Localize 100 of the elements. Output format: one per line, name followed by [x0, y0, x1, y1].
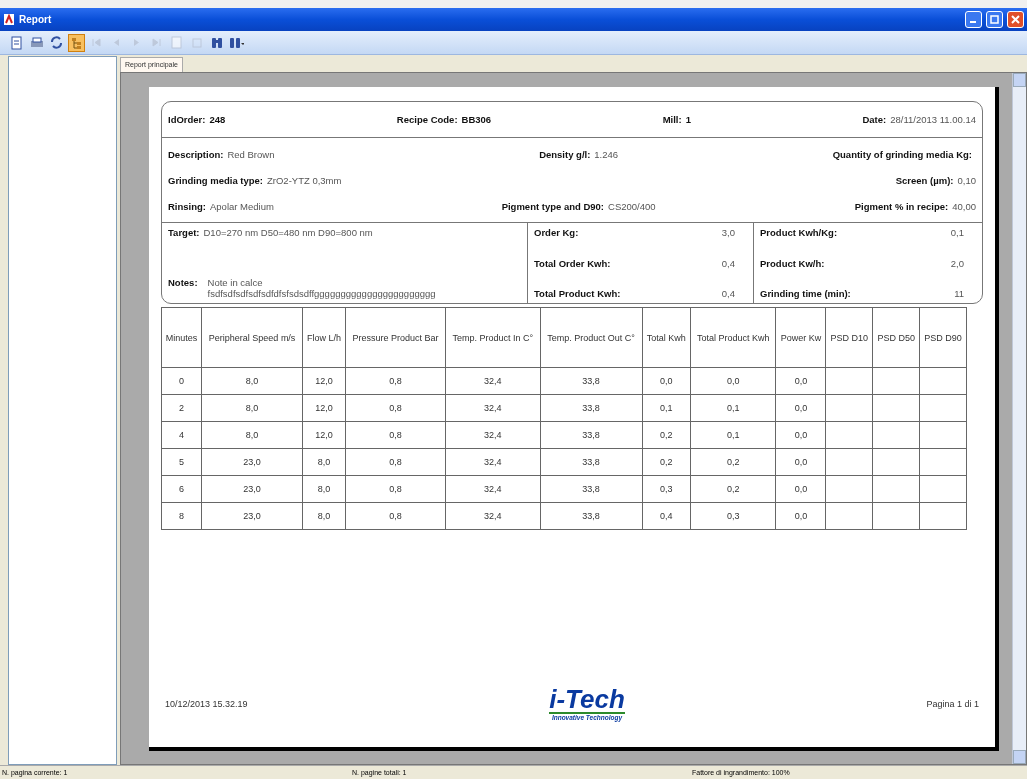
toolbar-button[interactable] — [8, 33, 25, 52]
field-label: Grinding time (min): — [760, 288, 851, 299]
refresh-icon — [50, 36, 63, 49]
table-cell: 33,8 — [540, 475, 642, 503]
print-timestamp: 10/12/2013 15.32.19 — [165, 698, 248, 709]
table-cell: 8,0 — [201, 367, 303, 395]
table-cell: 23,0 — [201, 475, 303, 503]
table-cell: 0,8 — [345, 394, 446, 422]
table-cell: 5 — [161, 448, 202, 476]
table-cell — [919, 394, 967, 422]
table-cell: 8,0 — [201, 394, 303, 422]
table-cell — [872, 475, 920, 503]
toolbar-button[interactable] — [68, 33, 85, 52]
binoculars-icon — [229, 36, 244, 49]
first-page-icon — [92, 38, 101, 47]
notes-text: Note in calce — [207, 277, 264, 288]
column-header: Temp. Product Out C° — [540, 307, 642, 368]
table-cell: 0,0 — [775, 367, 826, 395]
field-label: Total Order Kwh: — [534, 257, 611, 269]
column-header: Minutes — [161, 307, 202, 368]
field-label: Mill: — [662, 114, 682, 125]
table-cell: 0,8 — [345, 502, 446, 530]
field-value: 2,0 — [950, 257, 964, 269]
table-cell — [825, 367, 873, 395]
last-page-icon — [152, 38, 161, 47]
field-value: CS200/400 — [608, 200, 656, 212]
binoculars-icon — [210, 36, 223, 49]
table-cell — [919, 367, 967, 395]
field-value: Apolar Medium — [210, 200, 274, 212]
table-cell: 0,1 — [642, 394, 691, 422]
window-title: Report — [19, 14, 53, 25]
table-cell: 0,1 — [690, 421, 776, 449]
previous-icon — [112, 38, 121, 47]
column-header: Power Kw — [775, 307, 826, 368]
document-icon — [10, 35, 23, 50]
table-cell: 12,0 — [302, 394, 346, 422]
field-label: Density g/l: — [539, 148, 591, 160]
field-label: Screen (µm): — [895, 174, 954, 186]
table-cell: 0,2 — [690, 475, 776, 503]
field-label: Quantity of grinding media Kg: — [832, 148, 972, 160]
close-button[interactable] — [1007, 11, 1024, 28]
column-header: Total Kwh — [642, 307, 691, 368]
table-cell: 8,0 — [201, 421, 303, 449]
table-cell: 8 — [161, 502, 202, 530]
printer-icon — [29, 36, 44, 49]
table-cell: 0,0 — [690, 367, 776, 395]
table-cell: 32,4 — [445, 502, 540, 530]
table-cell: 6 — [161, 475, 202, 503]
table-cell: 8,0 — [302, 502, 346, 530]
column-header: Temp. Product In C° — [445, 307, 540, 368]
field-label: Recipe Code: — [396, 114, 458, 125]
table-cell: 0,8 — [345, 421, 446, 449]
table-cell — [919, 502, 967, 530]
table-cell — [825, 421, 873, 449]
page-icon — [171, 36, 182, 49]
field-label: Rinsing: — [168, 200, 206, 212]
table-cell: 33,8 — [540, 502, 642, 530]
field-value: 28/11/2013 11.00.14 — [890, 114, 976, 125]
field-value: 3,0 — [721, 227, 735, 238]
table-cell: 33,8 — [540, 421, 642, 449]
field-label: Description: — [168, 148, 224, 160]
field-value: 1 — [685, 114, 691, 125]
minimize-button[interactable] — [965, 11, 982, 28]
table-cell: 8,0 — [302, 475, 346, 503]
column-header: Total Product Kwh — [690, 307, 776, 368]
table-cell — [872, 448, 920, 476]
logo-text: i-Tech — [549, 686, 625, 714]
table-cell: 0,8 — [345, 475, 446, 503]
table-cell: 23,0 — [201, 502, 303, 530]
field-value: 0,4 — [721, 257, 735, 269]
table-cell: 33,8 — [540, 394, 642, 422]
column-header: PSD D50 — [872, 307, 920, 368]
toolbar-button[interactable] — [48, 33, 65, 52]
field-value: 0,10 — [957, 174, 976, 186]
tree-icon — [70, 36, 83, 49]
field-label: Product Kwh/Kg: — [760, 227, 838, 238]
table-cell: 0,8 — [345, 448, 446, 476]
table-cell: 0,1 — [690, 394, 776, 422]
field-value: ZrO2-YTZ 0,3mm — [267, 174, 342, 186]
table-cell: 33,8 — [540, 448, 642, 476]
maximize-button[interactable] — [986, 11, 1003, 28]
table-cell: 8,0 — [302, 448, 346, 476]
table-cell: 0,3 — [642, 475, 691, 503]
column-header: Peripheral Speed m/s — [201, 307, 303, 368]
table-cell: 12,0 — [302, 421, 346, 449]
stop-icon — [191, 37, 202, 48]
table-cell: 33,8 — [540, 367, 642, 395]
table-cell: 4 — [161, 421, 202, 449]
app-icon — [3, 13, 15, 26]
field-label: Grinding media type: — [168, 174, 263, 186]
field-label: Target: — [168, 227, 200, 238]
scrollbar[interactable] — [1012, 73, 1026, 764]
field-label: Date: — [862, 114, 887, 125]
page-number: Pagina 1 di 1 — [926, 698, 979, 709]
column-header: PSD D90 — [919, 307, 967, 368]
table-cell: 32,4 — [445, 448, 540, 476]
table-cell — [872, 394, 920, 422]
table-cell — [919, 475, 967, 503]
field-value: Red Brown — [227, 148, 275, 160]
table-cell: 0,0 — [775, 394, 826, 422]
